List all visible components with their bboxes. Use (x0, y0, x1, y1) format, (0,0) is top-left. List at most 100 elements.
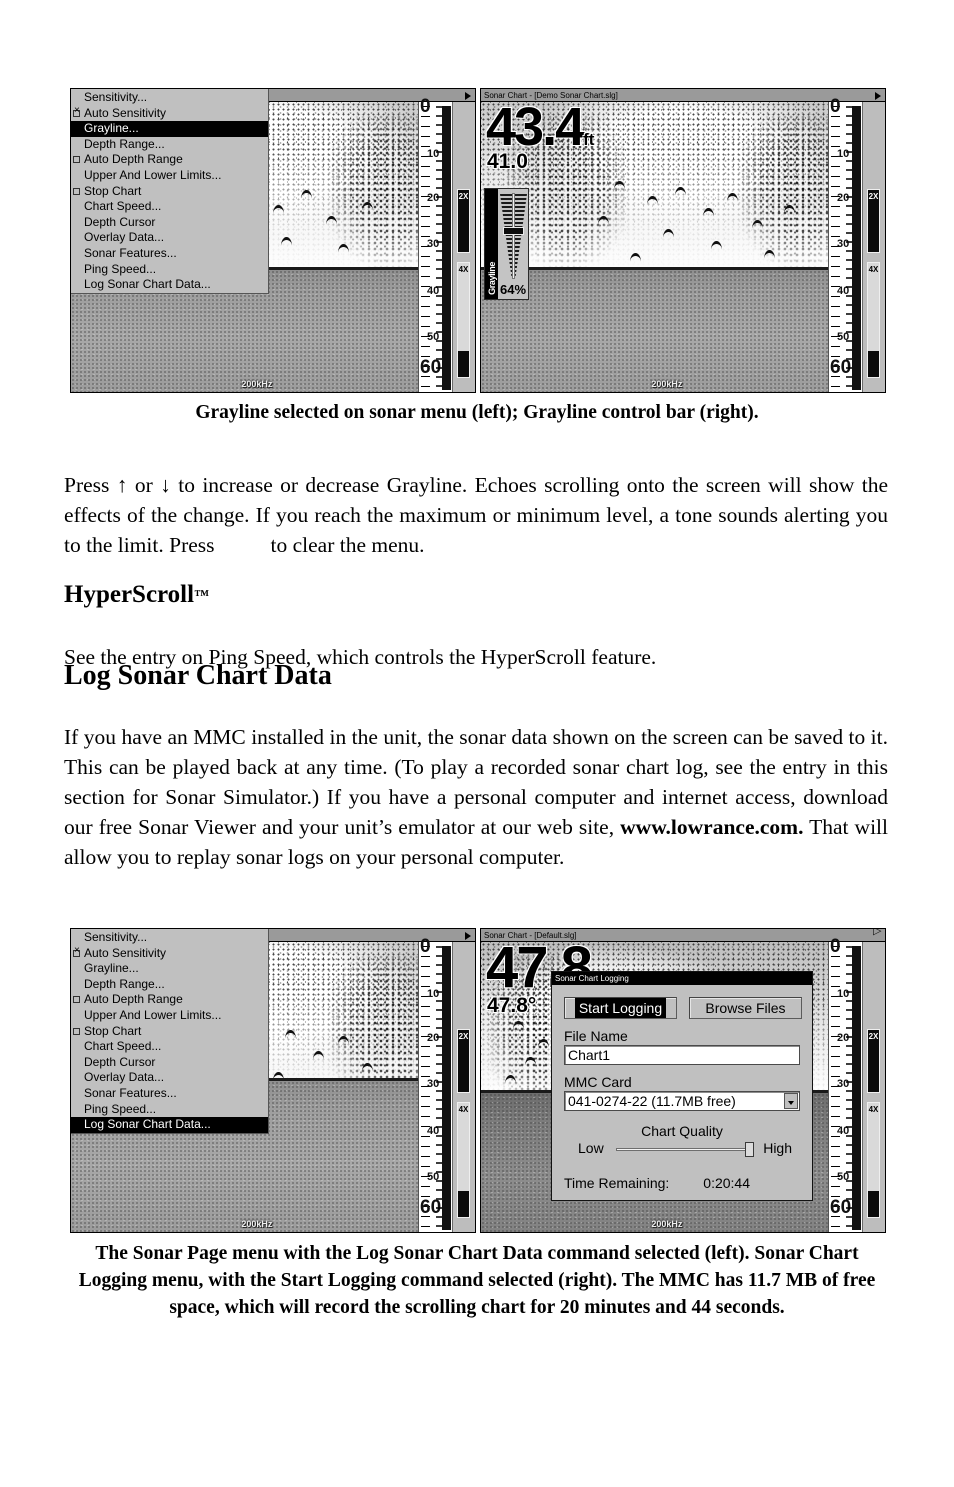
menu-item[interactable]: Depth Range... (71, 977, 268, 993)
sonar-panel-top-left: 200kHz 0 10 20 30 40 50 60 2X 4X Sensiti… (70, 88, 476, 393)
secondary-depth-readout: 47.8° (487, 994, 537, 1017)
depth-scale-top: 0 (420, 96, 431, 117)
sonar-page-menu[interactable]: Sensitivity...Auto SensitivityGrayline..… (71, 929, 269, 1134)
menu-item[interactable]: Sonar Features... (71, 1086, 268, 1102)
menu-item[interactable]: Auto Sensitivity (71, 106, 268, 122)
menu-item[interactable]: Stop Chart (71, 184, 268, 200)
chart-quality-track[interactable] (616, 1148, 750, 1151)
checkbox-unchecked-icon[interactable] (73, 1027, 80, 1035)
chart-quality-slider[interactable]: Chart Quality Low High (562, 1123, 802, 1165)
menu-item[interactable]: Sensitivity... (71, 90, 268, 106)
sonar-screen: Sonar Chart - [Default.slg] 47.8 47.8° (481, 929, 885, 1232)
sonar-bottom-sediment (481, 270, 885, 392)
chevron-down-icon[interactable] (784, 1093, 798, 1109)
depth-unit: ft (583, 130, 595, 149)
grayline-slider-handle[interactable] (503, 227, 524, 235)
menu-item[interactable]: Chart Speed... (71, 199, 268, 215)
menu-item-label: Sensitivity... (84, 90, 148, 104)
checkbox-checked-icon[interactable] (73, 946, 80, 957)
menu-item[interactable]: Sensitivity... (71, 930, 268, 946)
menu-item[interactable]: Depth Cursor (71, 215, 268, 231)
zoom-bar-column: 2X 4X (452, 942, 475, 1232)
zoom-bar-column: 2X 4X (862, 102, 885, 392)
file-name-value: Chart1 (568, 1047, 611, 1063)
start-logging-button[interactable]: Start Logging (564, 997, 677, 1019)
frequency-label: 200kHz (651, 379, 683, 389)
menu-item[interactable]: Auto Depth Range (71, 992, 268, 1008)
mmc-card-label: MMC Card (564, 1074, 632, 1090)
zoom-bar-2x[interactable]: 2X (867, 1029, 880, 1093)
file-name-label: File Name (564, 1028, 628, 1044)
file-name-input[interactable]: Chart1 (564, 1045, 800, 1065)
figure-top: 200kHz 0 10 20 30 40 50 60 2X 4X Sensiti… (70, 88, 886, 393)
zoom-bar-4x[interactable]: 4X (457, 1101, 470, 1218)
zoom-bar-2x-label: 2X (458, 192, 469, 201)
figure-bottom: 200kHz 0 10 20 30 40 50 60 2X 4X Sensiti… (70, 928, 886, 1233)
zoom-bar-2x[interactable]: 2X (457, 1029, 470, 1093)
chart-quality-ticks (618, 1157, 750, 1160)
menu-item[interactable]: Ping Speed... (71, 262, 268, 278)
menu-item-label: Upper And Lower Limits... (84, 1007, 222, 1022)
menu-item-label: Auto Sensitivity (84, 945, 167, 960)
menu-item-label: Ping Speed... (84, 261, 157, 276)
menu-item-label: Chart Speed... (84, 1039, 162, 1054)
checkbox-unchecked-icon[interactable] (73, 156, 80, 164)
menu-item-label: Auto Depth Range (84, 152, 183, 167)
menu-item[interactable]: Overlay Data... (71, 230, 268, 246)
zoom-bar-2x-label: 2X (868, 1032, 879, 1041)
play-triangle-icon (465, 92, 471, 100)
menu-item[interactable]: Sonar Features... (71, 246, 268, 262)
menu-item[interactable]: Auto Depth Range (71, 152, 268, 168)
menu-item[interactable]: Stop Chart (71, 1024, 268, 1040)
play-triangle-icon (875, 92, 881, 100)
menu-item[interactable]: Upper And Lower Limits... (71, 1008, 268, 1024)
menu-item[interactable]: Log Sonar Chart Data... (71, 277, 268, 293)
menu-item[interactable]: Grayline... (71, 121, 268, 137)
heading-hyperscroll-text: HyperScroll (64, 581, 195, 608)
menu-item-label: Depth Range... (84, 136, 165, 151)
paragraph-grayline-text-b: to clear the menu. (270, 532, 425, 557)
menu-item[interactable]: Auto Sensitivity (71, 946, 268, 962)
zoom-bar-4x[interactable]: 4X (457, 261, 470, 378)
grayline-value: 64% (500, 282, 527, 297)
paragraph-log-sonar: If you have an MMC installed in the unit… (64, 722, 888, 872)
time-remaining-value: 0:20:44 (703, 1175, 751, 1191)
menu-item[interactable]: Depth Range... (71, 137, 268, 153)
zoom-bar-4x-label: 4X (868, 1104, 879, 1114)
checkbox-unchecked-icon[interactable] (73, 996, 80, 1004)
zoom-bar-2x[interactable]: 2X (457, 189, 470, 253)
zoom-bar-4x[interactable]: 4X (867, 261, 880, 378)
sonar-page-menu[interactable]: Sensitivity... Auto SensitivityGrayline..… (71, 89, 269, 294)
menu-item[interactable]: Depth Cursor (71, 1055, 268, 1071)
sonar-bottom-contour (481, 267, 885, 271)
sonar-panel-top-right: Sonar Chart - [Demo Sonar Chart.slg] 43.… (480, 88, 886, 393)
zoom-bar-2x[interactable]: 2X (867, 189, 880, 253)
menu-item-label: Stop Chart (84, 183, 142, 198)
menu-item-label: Auto Depth Range (84, 992, 183, 1007)
menu-item[interactable]: Overlay Data... (71, 1070, 268, 1086)
time-remaining-row: Time Remaining: 0:20:44 (564, 1175, 812, 1191)
menu-item-label: Chart Speed... (84, 199, 162, 214)
play-triangle-icon (465, 932, 471, 940)
menu-item[interactable]: Ping Speed... (71, 1102, 268, 1118)
grayline-slider-track[interactable] (512, 193, 515, 279)
checkbox-unchecked-icon[interactable] (73, 187, 80, 195)
browse-files-button[interactable]: Browse Files (689, 997, 802, 1019)
chart-quality-knob[interactable] (745, 1142, 754, 1157)
menu-item[interactable]: Upper And Lower Limits... (71, 168, 268, 184)
sonar-screen: 200kHz 0 10 20 30 40 50 60 2X 4X Sensiti… (71, 89, 475, 392)
grayline-control-bar[interactable]: Grayline 64% (484, 188, 529, 300)
menu-item[interactable]: Grayline... (71, 961, 268, 977)
menu-item-label: Log Sonar Chart Data... (84, 1117, 211, 1132)
zoom-bar-4x[interactable]: 4X (867, 1101, 880, 1218)
chart-quality-low-label: Low (578, 1140, 604, 1156)
mmc-card-select[interactable]: 041-0274-22 (11.7MB free) (564, 1091, 800, 1111)
checkbox-checked-icon[interactable] (73, 106, 80, 117)
paragraph-grayline-text-a: Press ↑ or ↓ to increase or decrease Gra… (64, 472, 888, 557)
browse-files-button-label: Browse Files (705, 1000, 786, 1016)
zoom-bar-column: 2X 4X (452, 102, 475, 392)
menu-item[interactable]: Chart Speed... (71, 1039, 268, 1055)
menu-item-label: Stop Chart (84, 1023, 142, 1038)
menu-item[interactable]: Log Sonar Chart Data... (71, 1117, 268, 1133)
time-remaining-label: Time Remaining: (564, 1175, 670, 1191)
